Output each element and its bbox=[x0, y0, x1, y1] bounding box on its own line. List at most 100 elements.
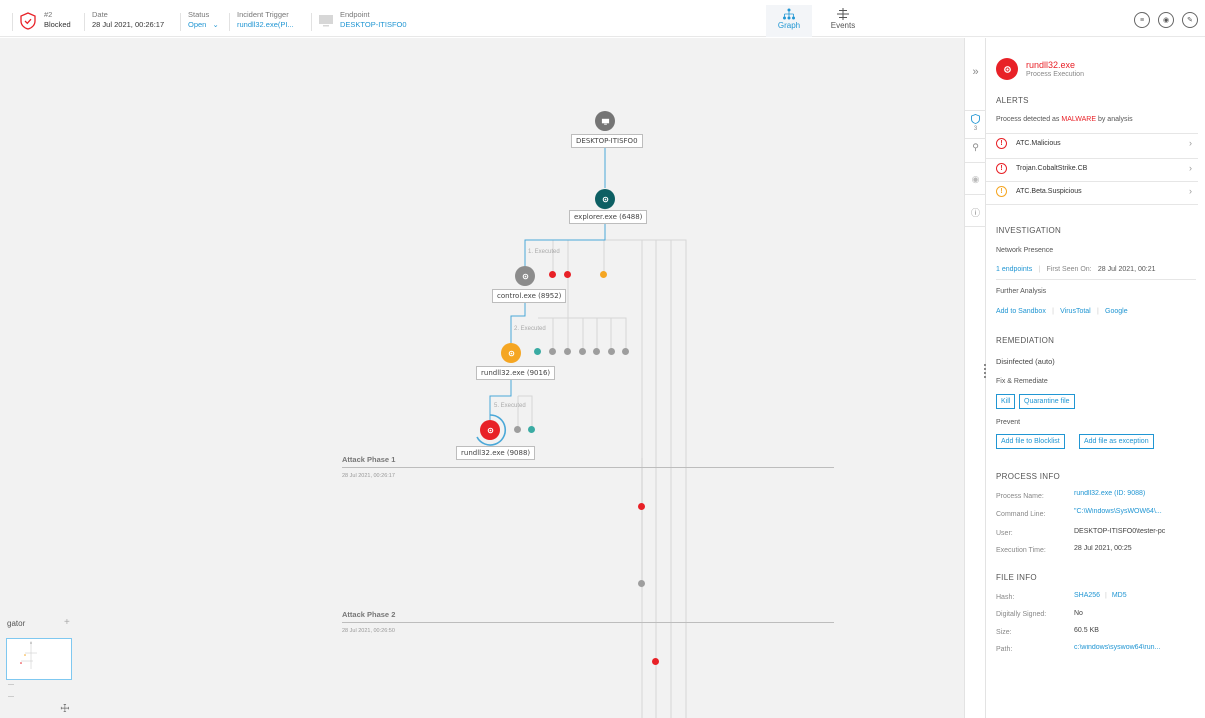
process-info-key: Execution Time: bbox=[996, 547, 1046, 554]
add-to-blocklist-button[interactable]: Add file to Blocklist bbox=[996, 434, 1065, 449]
info-icon[interactable]: ⓘ bbox=[965, 206, 986, 219]
monitor-icon bbox=[319, 15, 333, 27]
network-presence-row: 1 endpoints | First Seen On: 28 Jul 2021… bbox=[996, 264, 1155, 273]
process-icon bbox=[522, 273, 528, 279]
divider bbox=[965, 194, 986, 195]
file-info-key: Path: bbox=[996, 646, 1013, 653]
first-seen-label: First Seen On: bbox=[1046, 266, 1092, 273]
list-icon[interactable]: ≡ bbox=[1134, 12, 1150, 28]
phase-event-dot[interactable] bbox=[638, 503, 645, 510]
child-event-dot[interactable] bbox=[549, 348, 556, 355]
tab-events-label: Events bbox=[830, 21, 856, 30]
incident-status: Blocked bbox=[44, 20, 71, 29]
child-event-dot[interactable] bbox=[564, 271, 571, 278]
fix-remediate-label: Fix & Remediate bbox=[996, 378, 1048, 385]
child-event-dot[interactable] bbox=[600, 271, 607, 278]
rundll32-9088-node[interactable] bbox=[480, 420, 500, 440]
search-zoom-icon[interactable]: ⚲ bbox=[965, 142, 986, 153]
kill-button[interactable]: Kill bbox=[996, 394, 1016, 409]
status-dropdown[interactable]: Open ⌄ bbox=[188, 20, 219, 29]
network-presence-label: Network Presence bbox=[996, 247, 1054, 254]
malware-highlight: MALWARE bbox=[1061, 116, 1097, 123]
crosshair-icon[interactable]: ☩ bbox=[60, 702, 70, 715]
phase-event-dot[interactable] bbox=[638, 580, 645, 587]
shield-check-icon bbox=[20, 12, 36, 30]
control-node-label: control.exe (8952) bbox=[492, 289, 567, 303]
chevron-right-icon: › bbox=[1189, 163, 1192, 173]
endpoints-link[interactable]: 1 endpoints bbox=[996, 266, 1032, 273]
trigger-link[interactable]: rundll32.exe(PI... bbox=[237, 20, 294, 29]
process-info-section-title: PROCESS INFO bbox=[996, 472, 1061, 481]
phase-divider bbox=[342, 622, 834, 623]
alert-row[interactable]: ! Trojan.CobaltStrike.CB › bbox=[986, 158, 1198, 179]
process-info-key: Command Line: bbox=[996, 511, 1046, 518]
monitor-icon bbox=[601, 118, 609, 125]
tab-graph[interactable]: Graph bbox=[766, 5, 812, 37]
rundll32-9016-node[interactable] bbox=[501, 343, 521, 363]
child-event-dot[interactable] bbox=[564, 348, 571, 355]
process-icon bbox=[602, 196, 608, 202]
alert-medium-icon: ! bbox=[996, 186, 1007, 197]
incident-graph-canvas[interactable]: DESKTOP-ITISFO0 explorer.exe (6488) 1. E… bbox=[0, 38, 964, 718]
separator: | bbox=[1096, 308, 1099, 315]
divider bbox=[996, 279, 1196, 280]
separator: | bbox=[1038, 266, 1041, 273]
panel-icon-strip: » 3 ⚲ ◉ ⓘ bbox=[964, 38, 986, 718]
edge-label: 1. Executed bbox=[528, 249, 560, 255]
add-exception-button[interactable]: Add file as exception bbox=[1079, 434, 1154, 449]
edit-icon[interactable]: ✎ bbox=[1182, 12, 1198, 28]
eye-icon[interactable]: ◉ bbox=[1158, 12, 1174, 28]
google-link[interactable]: Google bbox=[1105, 308, 1128, 315]
path-link[interactable]: c:\windows\syswow64\run... bbox=[1074, 644, 1160, 651]
child-event-dot[interactable] bbox=[622, 348, 629, 355]
chevron-down-icon: ⌄ bbox=[212, 20, 219, 29]
further-analysis-label: Further Analysis bbox=[996, 288, 1047, 295]
alerts-shield-icon[interactable]: 3 bbox=[965, 114, 986, 132]
explorer-node[interactable] bbox=[595, 189, 615, 209]
chevron-right-icon: › bbox=[1189, 138, 1192, 148]
child-event-dot[interactable] bbox=[514, 426, 521, 433]
endpoint-link[interactable]: DESKTOP-ITISFO0 bbox=[340, 20, 407, 29]
navigator-panel: gator + ☩ bbox=[0, 614, 80, 718]
alert-row[interactable]: ! ATC.Malicious › bbox=[986, 133, 1198, 154]
process-node-icon bbox=[996, 58, 1018, 80]
shield-icon bbox=[971, 114, 980, 124]
collapse-panel-icon[interactable]: » bbox=[965, 66, 986, 78]
sha256-link[interactable]: SHA256 bbox=[1074, 592, 1100, 599]
rundll32-9088-node-label: rundll32.exe (9088) bbox=[456, 446, 536, 460]
eye-icon[interactable]: ◉ bbox=[965, 174, 986, 185]
add-to-sandbox-link[interactable]: Add to Sandbox bbox=[996, 308, 1046, 315]
endpoint-node-label: DESKTOP-ITISFO0 bbox=[571, 134, 643, 148]
tab-events[interactable]: Events bbox=[820, 5, 866, 37]
md5-link[interactable]: MD5 bbox=[1112, 592, 1127, 599]
alert-name: ATC.Malicious bbox=[1016, 140, 1061, 147]
child-event-dot[interactable] bbox=[593, 348, 600, 355]
process-info-key: User: bbox=[996, 530, 1013, 537]
phase-event-dot[interactable] bbox=[652, 658, 659, 665]
child-event-dot[interactable] bbox=[549, 271, 556, 278]
process-name-link[interactable]: rundll32.exe (ID: 9088) bbox=[1074, 490, 1145, 497]
divider bbox=[229, 13, 230, 31]
child-event-dot[interactable] bbox=[579, 348, 586, 355]
separator: | bbox=[1052, 308, 1054, 315]
navigator-viewport[interactable] bbox=[6, 638, 72, 680]
explorer-node-label: explorer.exe (6488) bbox=[569, 210, 648, 224]
minimap-mark bbox=[8, 696, 14, 697]
phase-date: 28 Jul 2021, 00:26:17 bbox=[342, 473, 395, 479]
child-event-dot[interactable] bbox=[534, 348, 541, 355]
control-node[interactable] bbox=[515, 266, 535, 286]
child-event-dot[interactable] bbox=[528, 426, 535, 433]
virustotal-link[interactable]: VirusTotal bbox=[1060, 308, 1091, 315]
date-value: 28 Jul 2021, 00:26:17 bbox=[92, 20, 165, 29]
edge-label: 2. Executed bbox=[514, 326, 546, 332]
quarantine-file-button[interactable]: Quarantine file bbox=[1019, 394, 1075, 409]
process-icon bbox=[508, 350, 514, 356]
child-event-dot[interactable] bbox=[608, 348, 615, 355]
process-icon bbox=[487, 427, 493, 433]
endpoint-node[interactable] bbox=[595, 111, 615, 131]
command-line-link[interactable]: "C:\Windows\SysWOW64\... bbox=[1074, 508, 1162, 515]
alert-row[interactable]: ! ATC.Beta.Suspicious › bbox=[986, 181, 1198, 205]
graph-icon bbox=[783, 8, 795, 20]
file-info-section-title: FILE INFO bbox=[996, 573, 1037, 582]
expand-icon[interactable]: + bbox=[64, 617, 70, 628]
